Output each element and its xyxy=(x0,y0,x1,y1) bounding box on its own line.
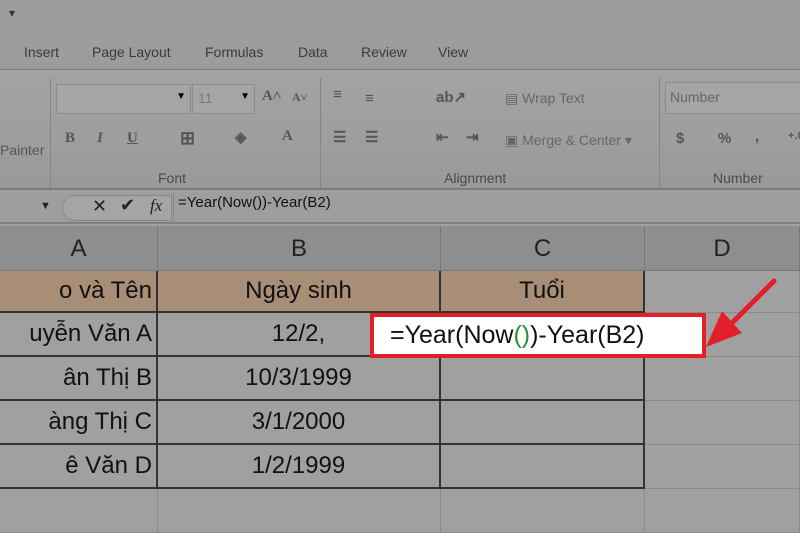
cell-B5[interactable]: 1/2/1999 xyxy=(158,445,441,489)
grow-font-icon[interactable]: A˄ xyxy=(262,88,281,105)
column-header-a[interactable]: A xyxy=(0,226,158,271)
cell-D4[interactable] xyxy=(645,401,800,445)
cell-D3[interactable] xyxy=(645,357,800,401)
percent-icon[interactable]: % xyxy=(718,130,731,147)
tab-insert[interactable]: Insert xyxy=(24,44,59,60)
cell-C3[interactable] xyxy=(441,357,645,401)
column-header-d[interactable]: D xyxy=(645,226,800,271)
increase-decimal-icon[interactable]: +.0 xyxy=(788,130,800,142)
underline-icon[interactable]: U xyxy=(127,130,138,147)
red-arrow-icon xyxy=(706,278,777,347)
cell-A1[interactable]: o và Tên xyxy=(0,271,158,313)
quick-access-toolbar: ▾ xyxy=(0,0,800,34)
cell-C4[interactable] xyxy=(441,401,645,445)
insert-function-icon[interactable]: fx xyxy=(150,196,162,216)
column-headers: A B C D xyxy=(0,226,800,271)
tab-data[interactable]: Data xyxy=(298,44,328,60)
fill-color-icon[interactable]: ◈ xyxy=(235,128,247,146)
cell-A3[interactable]: ân Thị B xyxy=(0,357,158,401)
alignment-group-label: Alignment xyxy=(444,170,507,186)
top-align-icon[interactable]: ≡ xyxy=(333,86,342,103)
currency-icon[interactable]: $ xyxy=(676,130,684,147)
customize-toolbar-icon[interactable]: ▾ xyxy=(9,6,15,20)
number-format-dropdown[interactable]: Number xyxy=(665,82,800,114)
column-header-c[interactable]: C xyxy=(441,226,645,271)
font-name-dropdown[interactable]: ▼ xyxy=(56,84,191,114)
align-left-icon[interactable]: ☰ xyxy=(333,128,346,146)
font-size-dropdown[interactable]: 11 ▼ xyxy=(192,84,255,114)
cell-D5[interactable] xyxy=(645,445,800,489)
font-group-label: Font xyxy=(158,170,187,186)
tab-review[interactable]: Review xyxy=(361,44,407,60)
enter-icon[interactable]: ✔ xyxy=(120,195,135,216)
cell-D6[interactable] xyxy=(645,489,800,533)
align-center-icon[interactable]: ☰ xyxy=(365,128,378,146)
ribbon-tabs: Insert Page Layout Formulas Data Review … xyxy=(0,34,800,70)
formula-input[interactable]: =Year(Now())-Year(B2) xyxy=(178,194,331,211)
increase-indent-icon[interactable]: ⇥ xyxy=(466,128,479,146)
formula-callout: =Year(Now())-Year(B2) xyxy=(370,313,706,358)
wrap-text-button[interactable]: ▤ Wrap Text xyxy=(505,90,585,107)
cell-A6[interactable] xyxy=(0,489,158,533)
italic-icon[interactable]: I xyxy=(97,130,103,147)
ribbon: Painter ▼ 11 ▼ A˄ A˅ B I U ⊞ ◈ A Font ≡ ≡… xyxy=(0,70,800,190)
borders-icon[interactable]: ⊞ xyxy=(180,128,195,149)
header-row: o và Tên Ngày sinh Tuổi xyxy=(0,271,800,313)
cell-B6[interactable] xyxy=(158,489,441,533)
bold-icon[interactable]: B xyxy=(65,130,75,147)
middle-align-icon[interactable]: ≡ xyxy=(365,90,374,107)
cell-C1[interactable]: Tuổi xyxy=(441,271,645,313)
format-painter-label[interactable]: Painter xyxy=(0,142,44,158)
tab-view[interactable]: View xyxy=(438,44,468,60)
font-color-icon[interactable]: A xyxy=(282,128,293,145)
tab-page-layout[interactable]: Page Layout xyxy=(92,44,171,60)
cell-B4[interactable]: 3/1/2000 xyxy=(158,401,441,445)
merge-center-button[interactable]: ▣ Merge & Center ▾ xyxy=(505,132,632,149)
cell-C5[interactable] xyxy=(441,445,645,489)
name-box-dropdown-icon[interactable]: ▼ xyxy=(40,200,51,212)
table-row: ê Văn D 1/2/1999 xyxy=(0,445,800,489)
comma-icon[interactable]: , xyxy=(755,128,759,145)
tab-formulas[interactable]: Formulas xyxy=(205,44,263,60)
cell-A2[interactable]: uyễn Văn A xyxy=(0,313,158,357)
column-header-b[interactable]: B xyxy=(158,226,441,271)
shrink-font-icon[interactable]: A˅ xyxy=(292,90,308,105)
cell-A4[interactable]: àng Thị C xyxy=(0,401,158,445)
decrease-indent-icon[interactable]: ⇤ xyxy=(436,128,449,146)
cell-B3[interactable]: 10/3/1999 xyxy=(158,357,441,401)
cancel-icon[interactable]: ✕ xyxy=(92,196,107,217)
formula-bar: ▼ ✕ ✔ fx xyxy=(0,192,800,224)
orientation-icon[interactable]: ab↗ xyxy=(436,88,466,106)
cell-C6[interactable] xyxy=(441,489,645,533)
table-row: àng Thị C 3/1/2000 xyxy=(0,401,800,445)
cell-A5[interactable]: ê Văn D xyxy=(0,445,158,489)
cell-B1[interactable]: Ngày sinh xyxy=(158,271,441,313)
table-row: ân Thị B 10/3/1999 xyxy=(0,357,800,401)
table-row xyxy=(0,489,800,533)
number-group-label: Number xyxy=(713,170,763,186)
